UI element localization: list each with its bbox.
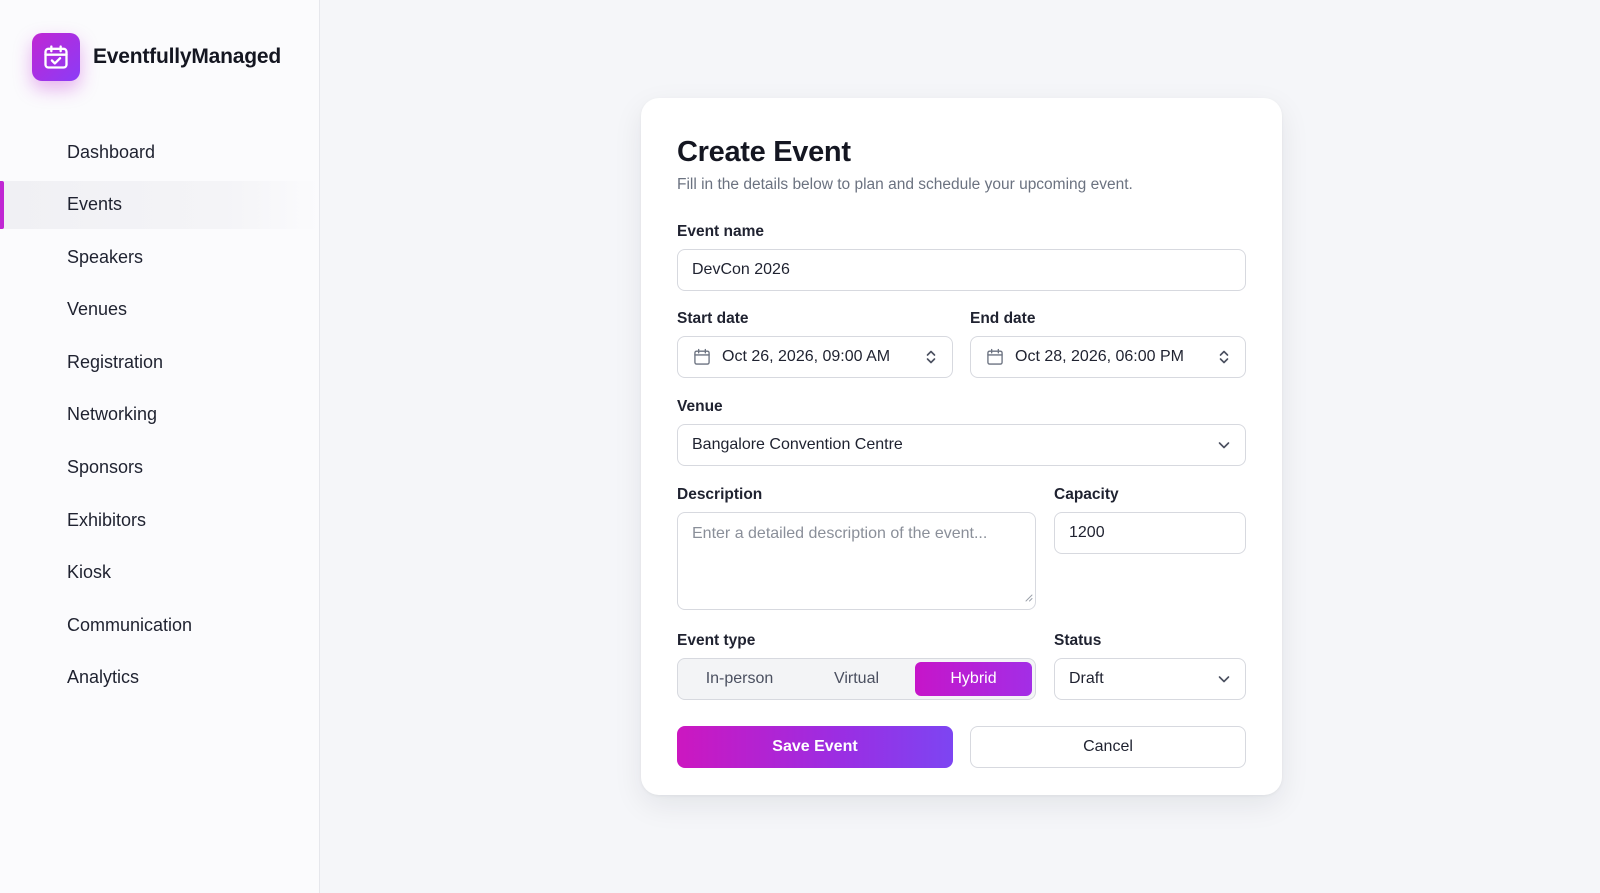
chevron-down-icon xyxy=(1217,440,1231,450)
end-date-picker[interactable]: Oct 28, 2026, 06:00 PM xyxy=(970,336,1246,378)
sidebar-item-speakers[interactable]: Speakers xyxy=(0,233,319,281)
sidebar-item-label: Communication xyxy=(67,614,193,635)
sidebar-item-label: Events xyxy=(67,194,123,215)
sidebar-item-label: Analytics xyxy=(67,667,140,688)
venue-label: Venue xyxy=(677,398,723,415)
venue-select[interactable]: Bangalore Convention Centre xyxy=(677,424,1246,466)
event-type-segmented-control: In-person Virtual Hybrid xyxy=(677,658,1036,700)
capacity-input[interactable]: 1200 xyxy=(1054,512,1246,554)
event-name-value: DevCon 2026 xyxy=(692,261,790,278)
sidebar-item-label: Exhibitors xyxy=(67,509,147,530)
sidebar-item-networking[interactable]: Networking xyxy=(0,391,319,439)
sidebar-item-label: Venues xyxy=(67,299,128,320)
resize-grip-icon[interactable] xyxy=(1025,589,1033,607)
event-type-option-in-person[interactable]: In-person xyxy=(681,662,798,696)
sidebar-item-label: Sponsors xyxy=(67,457,144,478)
end-date-label: End date xyxy=(970,310,1036,327)
calendar-icon xyxy=(985,347,1005,367)
sidebar-item-analytics[interactable]: Analytics xyxy=(0,654,319,702)
end-date-value: Oct 28, 2026, 06:00 PM xyxy=(1015,348,1184,365)
sidebar-item-kiosk[interactable]: Kiosk xyxy=(0,549,319,597)
sidebar-item-label: Networking xyxy=(67,404,158,425)
calendar-check-icon xyxy=(32,33,80,81)
sidebar-item-events[interactable]: Events xyxy=(0,180,319,229)
sidebar-item-label: Dashboard xyxy=(67,141,156,162)
sidebar-item-exhibitors[interactable]: Exhibitors xyxy=(0,496,319,544)
sidebar-item-venues[interactable]: Venues xyxy=(0,286,319,334)
event-type-option-hybrid[interactable]: Hybrid xyxy=(915,662,1032,696)
capacity-label: Capacity xyxy=(1054,486,1119,503)
event-type-label: Event type xyxy=(677,632,756,649)
sidebar-item-label: Kiosk xyxy=(67,562,112,583)
sidebar-item-dashboard[interactable]: Dashboard xyxy=(0,128,319,176)
description-label: Description xyxy=(677,486,763,503)
calendar-icon xyxy=(692,347,712,367)
brand-name: EventfullyManaged xyxy=(93,45,281,68)
start-date-picker[interactable]: Oct 26, 2026, 09:00 AM xyxy=(677,336,953,378)
event-name-input[interactable]: DevCon 2026 xyxy=(677,249,1246,291)
start-date-label: Start date xyxy=(677,310,749,327)
sidebar-item-label: Registration xyxy=(67,351,164,372)
sidebar-item-registration[interactable]: Registration xyxy=(0,338,319,386)
save-event-button[interactable]: Save Event xyxy=(677,726,953,768)
chevron-up-down-icon[interactable] xyxy=(924,348,938,366)
page-title: Create Event xyxy=(677,136,851,168)
event-type-option-virtual[interactable]: Virtual xyxy=(798,662,915,696)
description-wrapper xyxy=(677,512,1036,610)
chevron-down-icon xyxy=(1217,674,1231,684)
start-date-value: Oct 26, 2026, 09:00 AM xyxy=(722,348,891,365)
sidebar-item-label: Speakers xyxy=(67,246,144,267)
capacity-value: 1200 xyxy=(1069,524,1105,541)
create-event-card: Create Event Fill in the details below t… xyxy=(641,98,1282,795)
status-value: Draft xyxy=(1069,670,1104,687)
sidebar: EventfullyManaged Dashboard Events Speak… xyxy=(0,0,320,893)
cancel-button[interactable]: Cancel xyxy=(970,726,1246,768)
chevron-up-down-icon[interactable] xyxy=(1217,348,1231,366)
sidebar-nav: Dashboard Events Speakers Venues Registr… xyxy=(0,128,319,707)
status-select[interactable]: Draft xyxy=(1054,658,1246,700)
app-root: EventfullyManaged Dashboard Events Speak… xyxy=(0,0,1600,893)
venue-value: Bangalore Convention Centre xyxy=(692,436,903,453)
event-name-label: Event name xyxy=(677,223,765,240)
main-content: Create Event Fill in the details below t… xyxy=(320,0,1600,893)
sidebar-item-communication[interactable]: Communication xyxy=(0,601,319,649)
brand[interactable]: EventfullyManaged xyxy=(32,33,281,81)
description-textarea[interactable] xyxy=(677,512,1036,610)
sidebar-item-sponsors[interactable]: Sponsors xyxy=(0,444,319,492)
page-subtitle: Fill in the details below to plan and sc… xyxy=(677,176,1133,193)
status-label: Status xyxy=(1054,632,1102,649)
